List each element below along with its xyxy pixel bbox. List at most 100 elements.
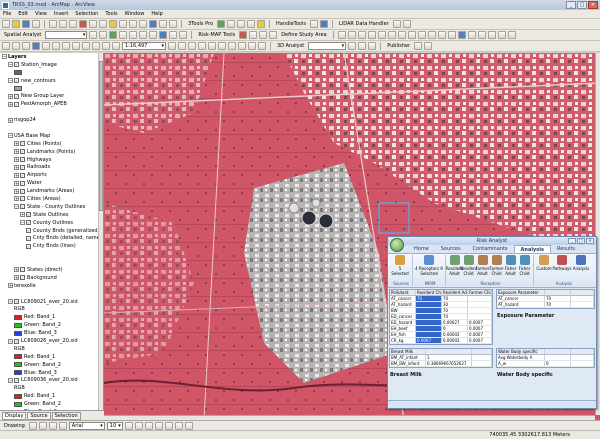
- fill-color-icon[interactable]: [164, 421, 173, 430]
- tool-icon[interactable]: [159, 31, 168, 39]
- collapse-icon[interactable]: −: [8, 133, 13, 139]
- italic-icon[interactable]: [134, 421, 143, 430]
- grid-cell[interactable]: [545, 355, 571, 360]
- grid-cell[interactable]: 0.00002: [442, 338, 468, 343]
- toc-layer-row[interactable]: + ✓ States (direct): [0, 266, 103, 274]
- toc-layer-row[interactable]: Green: Band_2: [0, 400, 103, 408]
- handle-tools-label[interactable]: HandleTools: [274, 21, 308, 27]
- font-dropdown[interactable]: Arial: [68, 421, 105, 430]
- tool-icon[interactable]: [407, 31, 416, 39]
- tab-source[interactable]: Source: [27, 411, 51, 420]
- grid-column-header[interactable]: [571, 349, 594, 354]
- info-icon[interactable]: [92, 42, 100, 50]
- toc-layer-row[interactable]: + risgop24: [0, 116, 103, 124]
- tool-icon[interactable]: [259, 31, 268, 39]
- toc-layer-row[interactable]: [0, 250, 103, 258]
- forward-icon[interactable]: [72, 42, 80, 50]
- toc-layer-row[interactable]: + ✓ New Group Layer: [0, 92, 103, 100]
- tool-icon[interactable]: [387, 31, 396, 39]
- tool-icon[interactable]: [247, 20, 256, 28]
- tool-icon[interactable]: [249, 31, 258, 39]
- collapse-icon[interactable]: −: [8, 299, 13, 305]
- menu-help[interactable]: Help: [151, 11, 162, 17]
- tool-icon[interactable]: [178, 42, 186, 50]
- grid-row[interactable]: A_w 0: [497, 361, 594, 367]
- toc-layer-row[interactable]: [0, 258, 103, 266]
- toc-layer-row[interactable]: − USA Base Map: [0, 132, 103, 140]
- tool-icon[interactable]: [457, 31, 466, 39]
- tool-icon[interactable]: [258, 42, 266, 50]
- sources-selected-button[interactable]: 5 Selected: [390, 255, 410, 280]
- tool-icon[interactable]: [437, 31, 446, 39]
- ra-maximize-button[interactable]: □: [577, 238, 585, 244]
- grid-cell[interactable]: 70: [416, 296, 442, 301]
- expand-icon[interactable]: +: [8, 101, 13, 107]
- spatial-analyst-layer-dropdown[interactable]: [45, 31, 88, 39]
- find-icon[interactable]: [102, 42, 110, 50]
- tool-icon[interactable]: [169, 31, 178, 39]
- grid-cell[interactable]: AT_hazard: [497, 302, 545, 307]
- new-document-icon[interactable]: [2, 20, 10, 28]
- tool-icon[interactable]: [218, 42, 226, 50]
- layer-visibility-checkbox[interactable]: ✓: [20, 188, 25, 194]
- tool-icon[interactable]: [367, 31, 376, 39]
- globe-icon[interactable]: [32, 42, 40, 50]
- grid-cell[interactable]: [468, 296, 492, 301]
- tool-icon[interactable]: [119, 31, 128, 39]
- studio-pro-label[interactable]: 3Tools Pro: [186, 21, 215, 27]
- pan-icon[interactable]: [139, 20, 147, 28]
- collapse-icon[interactable]: −: [20, 220, 25, 226]
- farmer-child-button[interactable]: Farmer Child: [490, 255, 503, 280]
- toc-layer-row[interactable]: ✓ County Bnds (generalized): [0, 227, 103, 235]
- toc-layer-row[interactable]: − ✓ LC809036_ever_20.sid: [0, 377, 103, 385]
- lidar-handler-label[interactable]: LIDAR Data Handler: [337, 21, 391, 27]
- toc-layer-row[interactable]: Green: Band_2: [0, 321, 103, 329]
- menu-selection[interactable]: Selection: [75, 11, 98, 17]
- grid-cell[interactable]: Avg Waterbody A: [497, 355, 545, 360]
- tool-icon[interactable]: [228, 42, 236, 50]
- grid-cell[interactable]: 70: [442, 314, 468, 319]
- fisher-child-button[interactable]: Fisher Child: [518, 255, 531, 280]
- grid-column-header[interactable]: [545, 290, 571, 295]
- risk-map-tools-label[interactable]: Risk-MAP Tools: [196, 32, 237, 38]
- toc-layer-row[interactable]: − ✓ LC809021_ever_20.sid: [0, 298, 103, 306]
- undo-icon[interactable]: [89, 20, 97, 28]
- toc-layer-row[interactable]: + ✓ Airports: [0, 171, 103, 179]
- breast-milk-grid[interactable]: Breast Milk BM_AT_infant 1 BM_BW_infant 0.38…: [389, 348, 493, 368]
- tool-icon[interactable]: [417, 31, 426, 39]
- layer-visibility-checkbox[interactable]: ✓: [20, 141, 25, 147]
- underline-icon[interactable]: [144, 421, 153, 430]
- tool-icon[interactable]: [168, 42, 176, 50]
- grid-cell[interactable]: A_w: [497, 361, 545, 366]
- grid-column-header[interactable]: [472, 349, 492, 354]
- zoom-in-icon[interactable]: [2, 42, 10, 50]
- grid-cell[interactable]: AT_hazard: [390, 302, 416, 307]
- exposure-parameter-grid[interactable]: Exposure Parameter AT_cancer 70 AT_hazard 70: [496, 289, 595, 309]
- toc-layer-row[interactable]: RGB: [0, 384, 103, 392]
- tool-icon[interactable]: [198, 42, 206, 50]
- pan-icon[interactable]: [22, 42, 30, 50]
- grid-cell[interactable]: EH_beef: [390, 326, 416, 331]
- tab-home[interactable]: Home: [408, 245, 435, 253]
- expand-icon[interactable]: +: [14, 157, 19, 163]
- back-icon[interactable]: [62, 42, 70, 50]
- expand-icon[interactable]: +: [14, 196, 19, 202]
- paste-icon[interactable]: [69, 20, 77, 28]
- expand-icon[interactable]: +: [8, 283, 13, 289]
- tool-icon[interactable]: [139, 31, 148, 39]
- tool-icon[interactable]: [319, 20, 328, 28]
- toc-layer-row[interactable]: − ✓ new_contours: [0, 77, 103, 85]
- receptors-selected-button[interactable]: 4 Receptors 9 Selected: [415, 255, 443, 280]
- grid-cell[interactable]: [416, 320, 442, 325]
- toc-layer-row[interactable]: RGB: [0, 345, 103, 353]
- toc-layer-row[interactable]: Red: Band_1: [0, 392, 103, 400]
- tool-icon[interactable]: [507, 31, 516, 39]
- toc-layer-row[interactable]: [0, 85, 103, 93]
- maximize-button[interactable]: □: [577, 1, 587, 9]
- toc-layer-row[interactable]: + ✓ PestAmorph_APEB: [0, 100, 103, 108]
- grid-cell[interactable]: BW: [390, 308, 416, 313]
- tool-icon[interactable]: [347, 31, 356, 39]
- toc-layer-row[interactable]: Red: Band_1: [0, 353, 103, 361]
- toc-layer-row[interactable]: [0, 290, 103, 298]
- collapse-icon[interactable]: −: [2, 54, 7, 60]
